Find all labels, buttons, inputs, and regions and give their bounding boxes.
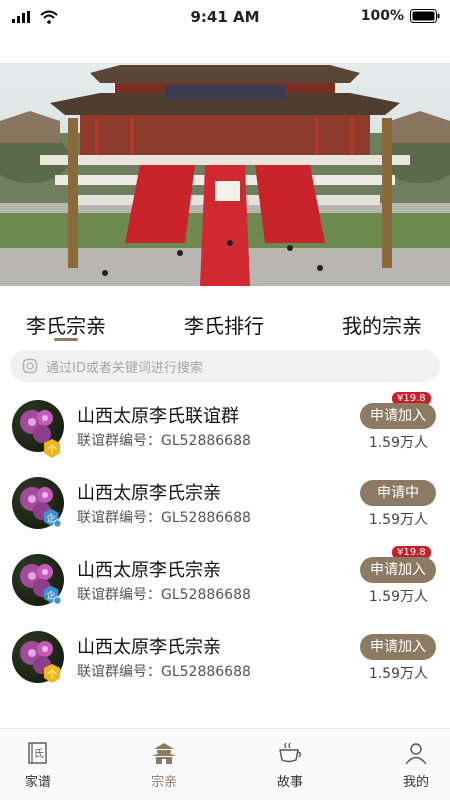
nav-stories[interactable]: 故事 [260, 741, 320, 790]
bottom-nav: 氏 家谱 宗亲 故事 我的 [0, 728, 450, 800]
apply-join-button[interactable]: 申请加入 [360, 634, 436, 660]
apply-join-button[interactable]: 申请加入 [360, 403, 436, 429]
nav-label: 我的 [402, 775, 429, 790]
list-item[interactable]: 企 山西太原李氏宗亲 联谊群编号：GL52886688 ¥19.8 申请加入 1… [0, 546, 450, 623]
group-name: 山西太原李氏宗亲 [77, 637, 221, 658]
tab-bar: 李氏宗亲 李氏排行 我的宗亲 [0, 300, 450, 346]
list-item[interactable]: 企 山西太原李氏宗亲 联谊群编号：GL52886688 申请中 1.59万人 [0, 469, 450, 546]
temple-icon [152, 743, 176, 764]
list-item[interactable]: 个 山西太原李氏宗亲 联谊群编号：GL52886688 申请加入 1.59万人 [0, 623, 450, 700]
tab-li-clan[interactable]: 李氏宗亲 [26, 310, 106, 339]
group-name: 山西太原李氏联谊群 [77, 406, 239, 427]
badge-enterprise-icon: 企 [43, 585, 62, 605]
status-right: 100% [361, 8, 440, 24]
nav-label: 宗亲 [150, 775, 177, 790]
svg-text:个: 个 [47, 669, 57, 681]
badge-personal-icon: 个 [44, 439, 60, 458]
temple-photo [0, 63, 450, 286]
list-item[interactable]: 个 山西太原李氏联谊群 联谊群编号：GL52886688 ¥19.8 申请加入 … [0, 392, 450, 469]
tab-active-indicator [54, 338, 78, 341]
apply-join-button[interactable]: 申请加入 [360, 557, 436, 583]
search-icon [22, 358, 38, 374]
member-count: 1.59万人 [368, 589, 428, 605]
badge-enterprise-icon: 企 [43, 508, 62, 528]
genealogy-book-icon: 氏 [28, 742, 47, 764]
svg-text:个: 个 [47, 444, 57, 456]
coffee-cup-icon [279, 742, 301, 763]
badge-personal-icon: 个 [44, 664, 60, 683]
group-id: 联谊群编号：GL52886688 [77, 587, 251, 603]
tab-li-ranking[interactable]: 李氏排行 [184, 310, 264, 339]
nav-label: 家谱 [24, 775, 51, 790]
member-count: 1.59万人 [368, 512, 428, 528]
battery-percent: 100% [360, 8, 404, 24]
member-count: 1.59万人 [368, 435, 428, 451]
pending-button[interactable]: 申请中 [360, 480, 436, 506]
nav-profile[interactable]: 我的 [386, 741, 446, 790]
group-name: 山西太原李氏宗亲 [77, 560, 221, 581]
search-input[interactable]: 通过ID或者关键词进行搜索 [10, 350, 440, 382]
battery-icon [410, 9, 440, 23]
person-icon [405, 743, 427, 765]
tab-my-clan[interactable]: 我的宗亲 [342, 310, 422, 339]
banner-image[interactable] [0, 63, 450, 286]
member-count: 1.59万人 [368, 666, 428, 682]
svg-text:氏: 氏 [34, 748, 44, 760]
nav-label: 故事 [276, 775, 303, 790]
group-name: 山西太原李氏宗亲 [77, 483, 221, 504]
group-list: 个 山西太原李氏联谊群 联谊群编号：GL52886688 ¥19.8 申请加入 … [0, 392, 450, 700]
status-bar: 9:41 AM 100% [0, 0, 450, 36]
search-placeholder: 通过ID或者关键词进行搜索 [46, 360, 203, 376]
group-id: 联谊群编号：GL52886688 [77, 664, 251, 680]
group-id: 联谊群编号：GL52886688 [77, 433, 251, 449]
nav-clan[interactable]: 宗亲 [134, 741, 194, 790]
nav-genealogy[interactable]: 氏 家谱 [8, 741, 68, 790]
group-id: 联谊群编号：GL52886688 [77, 510, 251, 526]
